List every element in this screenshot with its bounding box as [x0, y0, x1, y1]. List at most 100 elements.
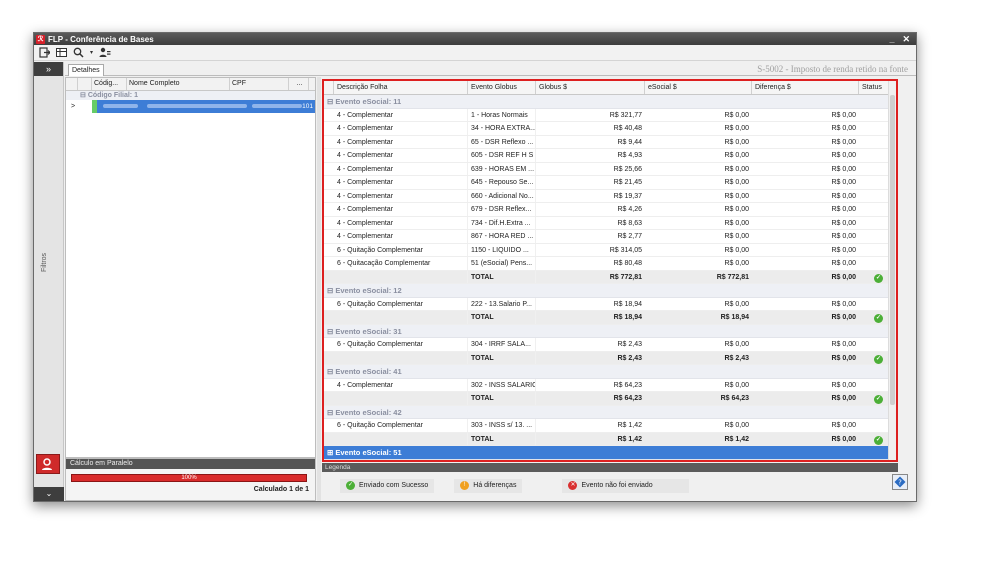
cell-evento: 1150 - LIQUIDO ... — [468, 243, 536, 256]
col-descricao-folha[interactable]: Descrição Folha — [334, 81, 468, 94]
tab-bar: Detalhes S-5002 - Imposto de renda retid… — [65, 62, 916, 76]
table-row[interactable]: 4 - Complementar 302 - INSS SALARIO R$ 64,… — [324, 378, 896, 392]
cell-descricao: 4 - Complementar — [334, 203, 468, 216]
table-row[interactable]: 4 - Complementar 1 - Horas Normais R$ 321,… — [324, 108, 896, 122]
total-row[interactable]: TOTAL R$ 64,23 R$ 64,23 R$ 0,00 ✓ — [324, 392, 896, 406]
person-search-button[interactable] — [36, 454, 60, 474]
total-row[interactable]: TOTAL R$ 772,81 R$ 772,81 R$ 0,00 ✓ — [324, 270, 896, 284]
cell-descricao: 4 - Complementar — [334, 135, 468, 148]
panel-splitter[interactable] — [317, 77, 321, 501]
cell-esocial: R$ 64,23 — [720, 395, 749, 402]
table-row[interactable]: > 101 — [66, 100, 315, 113]
col-cpf[interactable]: CPF — [230, 78, 289, 90]
group-header[interactable]: ⊟ Evento eSocial: 41 — [324, 365, 896, 379]
table-row[interactable]: 4 - Complementar 867 - HORA RED ... R$ 2,7… — [324, 230, 896, 244]
help-button[interactable]: ? — [892, 474, 908, 490]
selected-employee-row[interactable]: 101 — [97, 100, 315, 113]
table-row[interactable]: 6 - Quitação Complementar 222 - 13.Salari… — [324, 297, 896, 311]
events-grid: Descrição Folha Evento Globus Globus $ e… — [322, 79, 898, 462]
table-row[interactable]: 4 - Complementar 605 - DSR REF H S R$ 4,93… — [324, 149, 896, 163]
group-header[interactable]: ⊟ Evento eSocial: 31 — [324, 324, 896, 338]
cell-globus: R$ 21,45 — [613, 179, 642, 186]
table-row[interactable]: 4 - Complementar 34 - HORA EXTRA... R$ 40,… — [324, 122, 896, 136]
col-nome-completo[interactable]: Nome Completo — [127, 78, 230, 90]
dropdown-arrow-icon[interactable]: ▾ — [89, 47, 94, 59]
cell-evento: 605 - DSR REF H S — [468, 149, 536, 162]
group-header[interactable]: ⊟ Evento eSocial: 12 — [324, 284, 896, 298]
cell-descricao: 4 - Complementar — [334, 216, 468, 229]
cell-diferenca: R$ 0,00 — [831, 219, 856, 227]
cell-diferenca: R$ 0,00 — [831, 125, 856, 132]
vertical-scrollbar[interactable] — [888, 81, 896, 460]
group-header[interactable]: ⊟ Evento eSocial: 11 — [324, 95, 896, 109]
cell-evento: 222 - 13.Salario P... — [468, 297, 536, 310]
redacted-cpf — [252, 104, 302, 108]
cell-esocial: R$ 2,43 — [724, 354, 749, 362]
total-row[interactable]: TOTAL R$ 1,42 R$ 1,42 R$ 0,00 ✓ — [324, 432, 896, 446]
total-row[interactable]: TOTAL R$ 18,94 R$ 18,94 R$ 0,00 ✓ — [324, 311, 896, 325]
calc-status: Calculado 1 de 1 — [253, 486, 309, 493]
cell-descricao: 4 - Complementar — [334, 108, 468, 121]
cell-descricao: 4 - Complementar — [334, 230, 468, 243]
collapse-button[interactable]: ⌄ — [34, 487, 64, 501]
group-codigo-filial[interactable]: ⊟ Código Filial: 1 — [66, 91, 315, 100]
cell-descricao: 4 - Complementar — [334, 378, 468, 391]
cell-diferenca: R$ 0,00 — [831, 395, 856, 402]
group-label: Código Filial: 1 — [87, 92, 138, 99]
table-row[interactable]: 4 - Complementar 679 - DSR Reflex... R$ 4,… — [324, 203, 896, 217]
table-row[interactable]: 6 - Quitação Complementar 303 - INSS s/ 1… — [324, 419, 896, 433]
cell-esocial: R$ 0,00 — [724, 341, 749, 348]
table-row[interactable]: 4 - Complementar 65 - DSR Reflexo ... R$ 9… — [324, 135, 896, 149]
cell-globus: R$ 19,37 — [613, 192, 642, 200]
warning-icon: ! — [460, 481, 470, 490]
cell-evento: 1 - Horas Normais — [468, 108, 536, 121]
redacted-code — [103, 104, 138, 108]
close-button[interactable]: ✕ — [902, 34, 910, 45]
col-globus[interactable]: Globus $ — [536, 81, 645, 94]
table-row[interactable]: 6 - Quitação Complementar 1150 - LIQUIDO … — [324, 243, 896, 257]
cell-globus: R$ 64,23 — [613, 381, 642, 389]
total-row[interactable]: TOTAL R$ 2,43 R$ 2,43 R$ 0,00 ✓ — [324, 351, 896, 365]
cell-globus: R$ 2,43 — [617, 354, 642, 362]
table-row[interactable]: 4 - Complementar 660 - Adicional No... R$ … — [324, 189, 896, 203]
legend-not-sent: ✕ Evento não foi enviado — [562, 478, 689, 493]
group-header[interactable]: ⊟ Evento eSocial: 42 — [324, 405, 896, 419]
minimize-button[interactable]: _ — [889, 34, 894, 45]
col-more[interactable]: ... — [289, 78, 309, 90]
col-esocial[interactable]: eSocial $ — [645, 81, 752, 94]
table-row[interactable]: 6 - Quitacação Complementar 51 (eSocial) … — [324, 257, 896, 271]
cell-globus: R$ 4,26 — [617, 206, 642, 213]
table-row[interactable]: 4 - Complementar 639 - HORAS EM ... R$ 25,… — [324, 162, 896, 176]
row-count: 101 — [302, 103, 313, 110]
table-row[interactable]: 4 - Complementar 734 - Dif.H.Extra ... R$ … — [324, 216, 896, 230]
cell-diferenca: R$ 0,00 — [831, 233, 856, 240]
cell-evento: 34 - HORA EXTRA... — [468, 122, 536, 135]
group-header-selected[interactable]: ⊞ Evento eSocial: 51 — [324, 446, 896, 460]
cell-evento: 639 - HORAS EM ... — [468, 162, 536, 175]
filters-label[interactable]: Filtros — [41, 253, 48, 272]
tab-detalhes[interactable]: Detalhes — [68, 64, 104, 76]
col-diferenca[interactable]: Diferença $ — [752, 81, 859, 94]
table-row[interactable]: 4 - Complementar 645 - Repouso Se... R$ 21… — [324, 176, 896, 190]
table-row[interactable]: 6 - Quitação Complementar 304 - IRRF SALA… — [324, 338, 896, 352]
person-search-icon — [42, 458, 52, 470]
employee-grid-header: Códig... Nome Completo CPF ... — [66, 78, 315, 91]
calc-panel: Cálculo em Paralelo 100% Calculado 1 de … — [65, 458, 316, 501]
col-evento-globus[interactable]: Evento Globus — [468, 81, 536, 94]
help-icon: ? — [894, 476, 906, 488]
table-icon[interactable] — [55, 47, 67, 59]
cell-evento: TOTAL — [468, 392, 536, 405]
exit-icon[interactable] — [38, 47, 50, 59]
row-indicator-icon: > — [70, 103, 76, 110]
error-icon: ✕ — [568, 481, 578, 490]
expand-filters-button[interactable]: » — [34, 62, 63, 76]
search-icon[interactable] — [72, 47, 84, 59]
col-codigo[interactable]: Códig... — [92, 78, 127, 90]
scroll-thumb[interactable] — [890, 95, 895, 405]
cell-globus: R$ 321,77 — [609, 111, 642, 119]
cell-descricao — [334, 392, 468, 405]
users-icon[interactable] — [99, 47, 111, 59]
cell-descricao — [334, 311, 468, 324]
cell-descricao — [334, 270, 468, 283]
cell-esocial: R$ 0,00 — [724, 165, 749, 173]
